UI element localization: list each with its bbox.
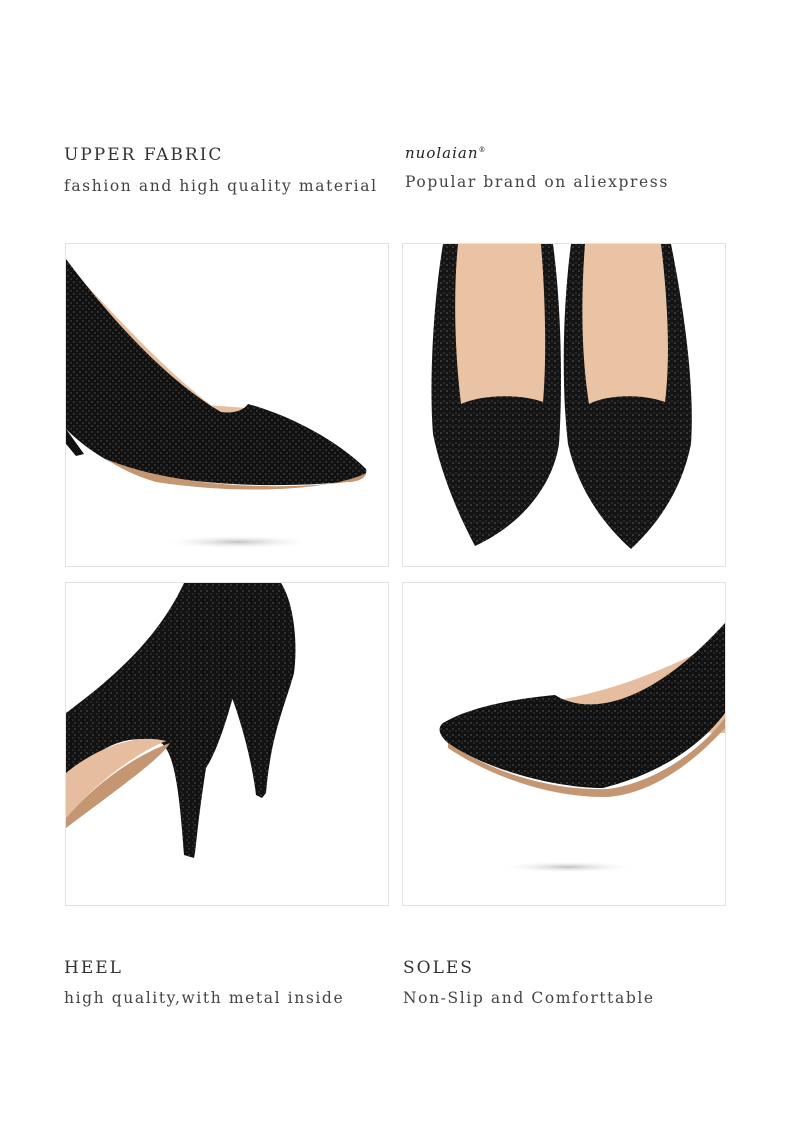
shoe-toe-view-image (402, 582, 726, 906)
heel-heading: HEEL (64, 958, 123, 978)
brand-logo: NUOLAIAN® (405, 144, 669, 162)
trademark-symbol: ® (478, 146, 487, 154)
shoe-heel-view-illustration (66, 583, 296, 858)
shoe-toe-view-illustration (439, 623, 725, 873)
brand-logo-text: NUOLAIAN (405, 144, 479, 162)
shoe-heel-view-image (65, 582, 389, 906)
upper-fabric-heading: UPPER FABRIC (64, 145, 224, 165)
brand-section: NUOLAIAN® Popular brand on aliexpress (405, 144, 669, 191)
shoe-front-view-image (402, 243, 726, 567)
soles-heading: SOLES (403, 958, 474, 978)
soles-subtitle: Non-Slip and Comforttable (403, 989, 655, 1007)
heel-section: HEEL high quality,with metal inside (64, 958, 344, 1007)
soles-section: SOLES Non-Slip and Comforttable (403, 958, 655, 1007)
shoe-front-view-illustration (431, 244, 692, 549)
brand-subtitle: Popular brand on aliexpress (405, 173, 669, 191)
heel-subtitle: high quality,with metal inside (64, 989, 345, 1007)
upper-fabric-section: UPPER FABRIC fashion and high quality ma… (64, 145, 378, 195)
shoe-side-view-image (65, 243, 389, 567)
upper-fabric-subtitle: fashion and high quality material (64, 177, 378, 195)
shoe-side-view-illustration (66, 259, 367, 549)
